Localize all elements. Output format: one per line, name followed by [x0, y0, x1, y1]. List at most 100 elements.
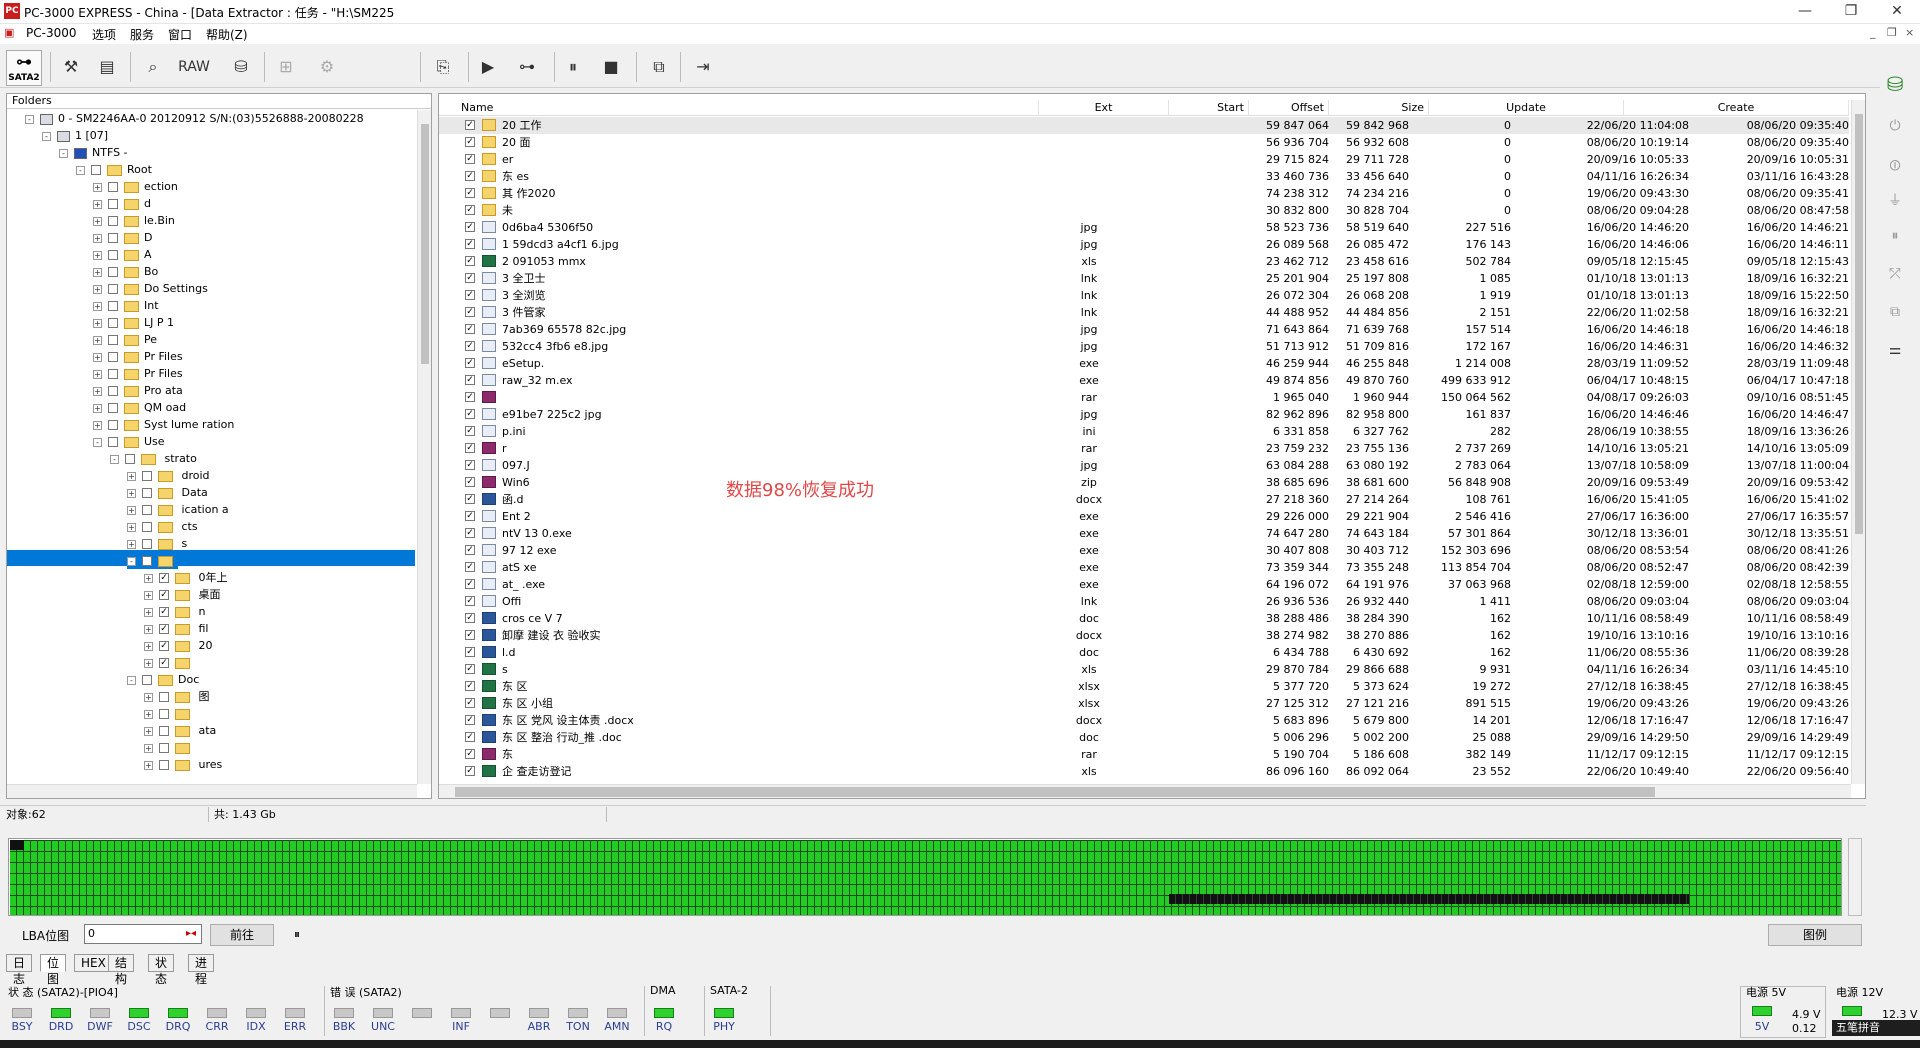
list-vertical-scrollbar[interactable] — [1851, 100, 1865, 784]
tree-node[interactable]: + ✓ n — [144, 603, 205, 620]
raw-button[interactable]: RAW — [174, 52, 214, 82]
file-row[interactable]: ✓ Offi lnk 26 936 536 26 932 440 1 411 08/06/… — [439, 593, 1849, 610]
tree-node[interactable]: + cts — [127, 518, 198, 535]
pause-side-icon[interactable]: ⏸ — [1884, 228, 1906, 248]
tree-node[interactable]: + Bo — [93, 263, 158, 280]
menu-service[interactable]: 服务 — [130, 26, 154, 43]
row-checkbox[interactable]: ✓ — [465, 732, 475, 742]
expand-toggle-icon[interactable]: + — [144, 573, 153, 583]
file-row[interactable]: ✓ 东 rar 5 190 704 5 186 608 382 149 11/12/17 0… — [439, 746, 1849, 763]
row-checkbox[interactable]: ✓ — [465, 766, 475, 776]
file-row[interactable]: ✓ 其 作2020 74 238 312 74 234 216 0 19/06/20 09… — [439, 185, 1849, 202]
tree-checkbox[interactable] — [142, 471, 152, 481]
expand-toggle-icon[interactable]: + — [144, 590, 153, 600]
file-row[interactable]: ✓ 东 区 小组 xlsx 27 125 312 27 121 216 891 515 19… — [439, 695, 1849, 712]
tree-node[interactable]: + QM oad — [93, 399, 186, 416]
expand-toggle-icon[interactable]: + — [93, 335, 102, 345]
power-12v-led[interactable] — [1842, 1006, 1862, 1016]
menu-help[interactable]: 帮助(Z) — [206, 26, 248, 43]
go-button[interactable]: 前往 — [210, 924, 274, 946]
tree-node[interactable]: - NTFS - — [59, 144, 128, 161]
tree-checkbox[interactable]: ✓ — [159, 590, 169, 600]
tree-checkbox[interactable] — [108, 369, 118, 379]
file-row[interactable]: ✓ atS xe exe 73 359 344 73 355 248 113 854 7… — [439, 559, 1849, 576]
expand-toggle-icon[interactable]: + — [144, 624, 153, 634]
expand-toggle-icon[interactable]: + — [93, 369, 102, 379]
power-off-icon[interactable]: ⏼ — [1884, 158, 1906, 178]
expand-toggle-icon[interactable]: - — [127, 675, 136, 685]
tree-node[interactable]: + — [144, 739, 195, 756]
tree-node[interactable]: - 1 [07] — [42, 127, 108, 144]
tree-node[interactable]: - 0 - SM2246AA-0 20120912 S/N:(03)5526888… — [25, 110, 364, 127]
list-scroll-thumb[interactable] — [1855, 114, 1863, 534]
tree-checkbox[interactable] — [142, 505, 152, 515]
file-row[interactable]: ✓ 东 区 整治 行动_推 .doc doc 5 006 296 5 002 200 25… — [439, 729, 1849, 746]
row-checkbox[interactable]: ✓ — [465, 511, 475, 521]
file-row[interactable]: ✓ 3 件管家 lnk 44 488 952 44 484 856 2 151 22/06/… — [439, 304, 1849, 321]
file-row[interactable]: ✓ er 29 715 824 29 711 728 0 20/09/16 10:05:3… — [439, 151, 1849, 168]
row-checkbox[interactable]: ✓ — [465, 222, 475, 232]
row-checkbox[interactable]: ✓ — [465, 171, 475, 181]
tree-checkbox[interactable] — [108, 386, 118, 396]
tree-node[interactable]: + ✓ — [144, 654, 195, 671]
row-checkbox[interactable]: ✓ — [465, 681, 475, 691]
row-checkbox[interactable]: ✓ — [465, 477, 475, 487]
file-row[interactable]: ✓ 1 59dcd3 a4cf1 6.jpg jpg 26 089 568 26 085… — [439, 236, 1849, 253]
pause-icon[interactable]: ⏸ — [560, 52, 586, 82]
file-row[interactable]: ✓ e91be7 225c2 jpg jpg 82 962 896 82 958 80… — [439, 406, 1849, 423]
tree-checkbox[interactable]: ✓ — [159, 573, 169, 583]
sata-port-button[interactable]: ⊶ SATA2 — [6, 50, 42, 86]
tree-node[interactable]: + Int — [93, 297, 159, 314]
expand-toggle-icon[interactable]: + — [144, 692, 153, 702]
file-row[interactable]: ✓ 函.d docx 27 218 360 27 214 264 108 761 16/0… — [439, 491, 1849, 508]
expand-toggle-icon[interactable]: - — [76, 165, 85, 175]
row-checkbox[interactable]: ✓ — [465, 409, 475, 419]
expand-toggle-icon[interactable]: + — [144, 607, 153, 617]
tree-checkbox[interactable] — [108, 182, 118, 192]
expand-toggle-icon[interactable]: + — [93, 403, 102, 413]
row-checkbox[interactable]: ✓ — [465, 494, 475, 504]
file-row[interactable]: ✓ p.ini ini 6 331 858 6 327 762 282 28/06/19 … — [439, 423, 1849, 440]
play-icon[interactable]: ▶ — [476, 52, 500, 82]
tree-node[interactable]: + LJ P 1 — [93, 314, 174, 331]
tree-node[interactable]: - ✓ — [127, 552, 178, 569]
tree-checkbox[interactable]: ✓ — [159, 607, 169, 617]
tools-icon[interactable]: ⚒ — [58, 52, 84, 82]
tree-checkbox[interactable] — [108, 301, 118, 311]
lba-spin-icon[interactable]: ▸◂ — [186, 928, 196, 939]
file-row[interactable]: ✓ 企 查走访登记 xls 86 096 160 86 092 064 23 552 22/… — [439, 763, 1849, 780]
row-checkbox[interactable]: ✓ — [465, 324, 475, 334]
tab-1[interactable]: 位图 — [40, 954, 67, 986]
file-row[interactable]: ✓ 卸摩 建设 衣 验收实 docx 38 274 982 38 270 886 162… — [439, 627, 1849, 644]
mdi-close-button[interactable]: × — [1905, 26, 1914, 39]
expand-toggle-icon[interactable]: + — [127, 488, 136, 498]
row-checkbox[interactable]: ✓ — [465, 273, 475, 283]
tree-node[interactable]: + A — [93, 246, 152, 263]
tree-checkbox[interactable] — [108, 199, 118, 209]
row-checkbox[interactable]: ✓ — [465, 545, 475, 555]
expand-toggle-icon[interactable]: + — [93, 233, 102, 243]
tree-checkbox[interactable] — [108, 335, 118, 345]
reset-icon[interactable]: ⏻ — [1884, 118, 1906, 138]
row-checkbox[interactable]: ✓ — [465, 290, 475, 300]
tree-checkbox[interactable] — [108, 233, 118, 243]
expand-toggle-icon[interactable]: + — [144, 726, 153, 736]
row-checkbox[interactable]: ✓ — [465, 120, 475, 130]
file-row[interactable]: ✓ 未 30 832 800 30 828 704 0 08/06/20 09:04:28… — [439, 202, 1849, 219]
tree-checkbox[interactable] — [91, 165, 101, 175]
tree-node[interactable]: - Use — [93, 433, 165, 450]
stop-icon[interactable]: ■ — [598, 52, 624, 82]
bitmap-pause-icon[interactable]: ⏸ — [294, 927, 300, 942]
tree-checkbox[interactable] — [159, 726, 169, 736]
tree-node[interactable]: + Pr Files — [93, 365, 183, 382]
expand-toggle-icon[interactable]: + — [93, 386, 102, 396]
column-update[interactable]: Update — [1429, 100, 1624, 116]
tree-node[interactable]: + ✓ fil — [144, 620, 208, 637]
tree-node[interactable]: + ✓ 桌面 — [144, 586, 221, 603]
sliders-icon[interactable]: ⚌ — [1884, 342, 1906, 362]
mdi-minimize-button[interactable]: _ — [1870, 26, 1876, 39]
row-checkbox[interactable]: ✓ — [465, 307, 475, 317]
expand-toggle-icon[interactable]: - — [110, 454, 119, 464]
tree-node[interactable]: + ata — [144, 722, 216, 739]
menu-pc3000[interactable]: PC-3000 — [26, 26, 76, 40]
